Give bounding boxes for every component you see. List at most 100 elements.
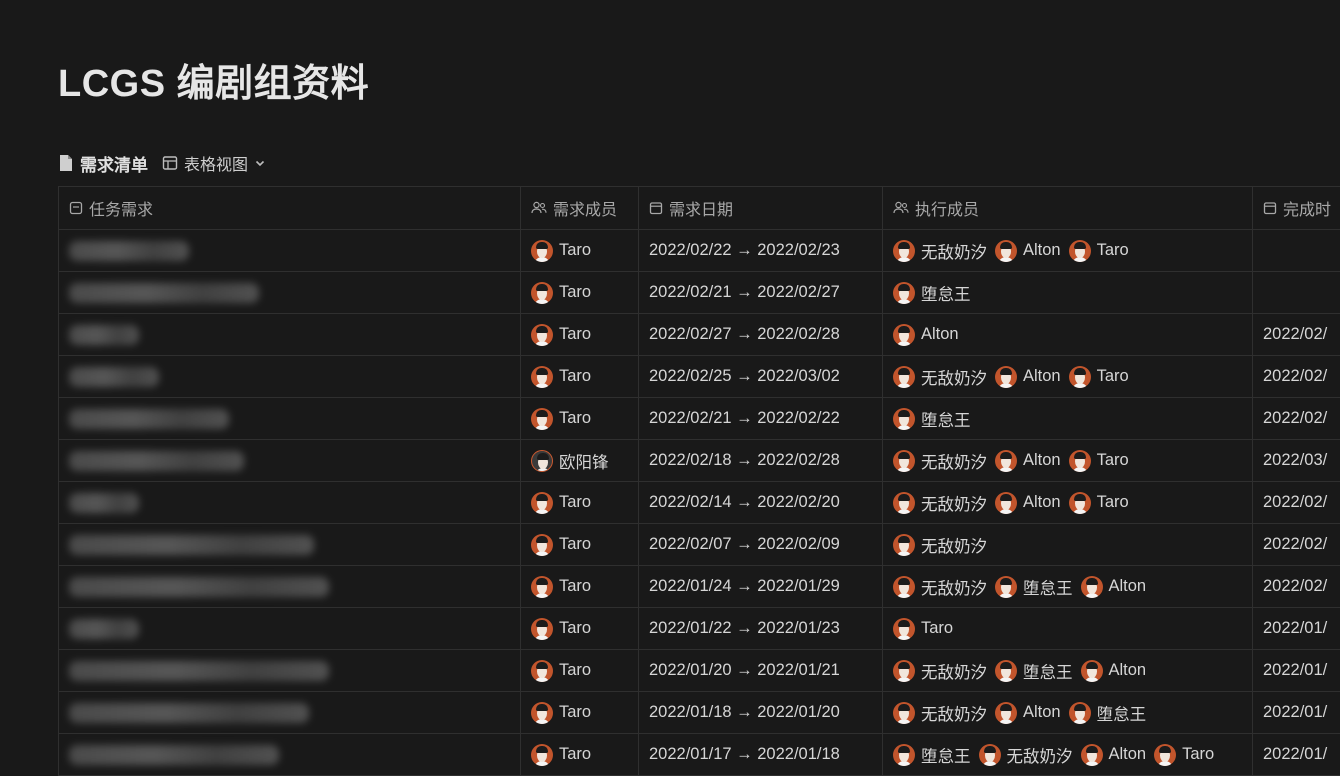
table-row[interactable]: Taro 2022/01/24 → 2022/01/29 无敌奶汐 堕怠王 Alton 2… [58,566,1340,608]
task-cell[interactable] [58,440,521,481]
task-cell[interactable] [58,566,521,607]
person-tag[interactable]: Taro [531,533,591,556]
person-tag[interactable]: Taro [531,743,591,766]
task-cell[interactable] [58,230,521,271]
done-date-cell[interactable]: 2022/02/ [1253,356,1340,397]
task-cell[interactable] [58,692,521,733]
requester-cell[interactable]: Taro [521,482,639,523]
view-switcher[interactable]: 表格视图 [162,151,266,175]
requester-cell[interactable]: Taro [521,356,639,397]
table-row[interactable]: Taro 2022/01/20 → 2022/01/21 无敌奶汐 堕怠王 Alton 2… [58,650,1340,692]
person-tag[interactable]: Taro [531,701,591,724]
person-tag[interactable]: 欧阳锋 [531,449,609,473]
executor-cell[interactable]: 无敌奶汐 堕怠王 Alton [883,650,1253,691]
date-cell[interactable]: 2022/01/20 → 2022/01/21 [639,650,883,691]
person-tag[interactable]: 无敌奶汐 [893,365,987,389]
executor-cell[interactable]: Taro [883,608,1253,649]
date-cell[interactable]: 2022/02/22 → 2022/02/23 [639,230,883,271]
requester-cell[interactable]: 欧阳锋 [521,440,639,481]
requester-cell[interactable]: Taro [521,524,639,565]
executor-cell[interactable]: 无敌奶汐 Alton Taro [883,356,1253,397]
executor-cell[interactable]: Alton [883,314,1253,355]
task-cell[interactable] [58,482,521,523]
table-row[interactable]: Taro 2022/02/22 → 2022/02/23 无敌奶汐 Alton Taro [58,230,1340,272]
requester-cell[interactable]: Taro [521,272,639,313]
person-tag[interactable]: Taro [531,575,591,598]
person-tag[interactable]: Alton [995,365,1061,388]
done-date-cell[interactable]: 2022/02/ [1253,398,1340,439]
executor-cell[interactable]: 无敌奶汐 Alton Taro [883,482,1253,523]
person-tag[interactable]: 无敌奶汐 [978,743,1073,767]
person-tag[interactable]: 堕怠王 [995,659,1073,683]
date-cell[interactable]: 2022/01/17 → 2022/01/18 [639,734,883,775]
done-date-cell[interactable]: 2022/02/ [1253,314,1340,355]
done-date-cell[interactable]: 2022/01/ [1253,650,1340,691]
table-row[interactable]: Taro 2022/02/25 → 2022/03/02 无敌奶汐 Alton Taro… [58,356,1340,398]
person-tag[interactable]: Taro [1154,743,1214,766]
person-tag[interactable]: Alton [995,701,1061,724]
table-row[interactable]: Taro 2022/01/22 → 2022/01/23 Taro 2022/01/ [58,608,1340,650]
date-cell[interactable]: 2022/02/18 → 2022/02/28 [639,440,883,481]
column-header-date[interactable]: 需求日期 [639,187,883,229]
person-tag[interactable]: Taro [1068,365,1129,388]
table-row[interactable]: Taro 2022/01/17 → 2022/01/18 堕怠王 无敌奶汐 Alton T… [58,734,1340,776]
requester-cell[interactable]: Taro [521,398,639,439]
person-tag[interactable]: 无敌奶汐 [893,575,987,599]
person-tag[interactable]: Taro [1068,491,1129,514]
table-row[interactable]: Taro 2022/02/07 → 2022/02/09 无敌奶汐 2022/02/ [58,524,1340,566]
requester-cell[interactable]: Taro [521,650,639,691]
done-date-cell[interactable] [1253,230,1340,271]
task-cell[interactable] [58,272,521,313]
task-cell[interactable] [58,524,521,565]
requester-cell[interactable]: Taro [521,566,639,607]
person-tag[interactable]: Taro [1068,449,1129,472]
task-cell[interactable] [58,398,521,439]
person-tag[interactable]: 堕怠王 [893,407,971,431]
person-tag[interactable]: Alton [995,239,1061,262]
person-tag[interactable]: 无敌奶汐 [893,701,987,725]
task-cell[interactable] [58,314,521,355]
column-header-task[interactable]: 任务需求 [58,187,521,229]
executor-cell[interactable]: 堕怠王 无敌奶汐 Alton Taro [883,734,1253,775]
executor-cell[interactable]: 无敌奶汐 Alton 堕怠王 [883,692,1253,733]
done-date-cell[interactable]: 2022/02/ [1253,524,1340,565]
date-cell[interactable]: 2022/01/22 → 2022/01/23 [639,608,883,649]
executor-cell[interactable]: 无敌奶汐 Alton Taro [883,230,1253,271]
table-row[interactable]: Taro 2022/01/18 → 2022/01/20 无敌奶汐 Alton 堕怠王 2… [58,692,1340,734]
requester-cell[interactable]: Taro [521,230,639,271]
done-date-cell[interactable] [1253,272,1340,313]
person-tag[interactable]: 堕怠王 [893,281,971,305]
requester-cell[interactable]: Taro [521,608,639,649]
table-row[interactable]: Taro 2022/02/21 → 2022/02/27 堕怠王 [58,272,1340,314]
chevron-down-icon[interactable] [254,157,266,169]
task-cell[interactable] [58,356,521,397]
executor-cell[interactable]: 堕怠王 [883,272,1253,313]
task-cell[interactable] [58,734,521,775]
person-tag[interactable]: Taro [531,659,591,682]
date-cell[interactable]: 2022/02/21 → 2022/02/27 [639,272,883,313]
table-row[interactable]: Taro 2022/02/27 → 2022/02/28 Alton 2022/02/ [58,314,1340,356]
person-tag[interactable]: 无敌奶汐 [893,239,987,263]
person-tag[interactable]: 无敌奶汐 [893,659,987,683]
task-cell[interactable] [58,650,521,691]
table-row[interactable]: Taro 2022/02/14 → 2022/02/20 无敌奶汐 Alton Taro… [58,482,1340,524]
column-header-done[interactable]: 完成时 [1253,187,1340,229]
done-date-cell[interactable]: 2022/01/ [1253,692,1340,733]
done-date-cell[interactable]: 2022/02/ [1253,482,1340,523]
done-date-cell[interactable]: 2022/01/ [1253,608,1340,649]
requester-cell[interactable]: Taro [521,314,639,355]
database-name[interactable]: 需求清单 [58,151,148,176]
date-cell[interactable]: 2022/02/07 → 2022/02/09 [639,524,883,565]
person-tag[interactable]: Alton [1080,659,1146,682]
executor-cell[interactable]: 堕怠王 [883,398,1253,439]
date-cell[interactable]: 2022/02/27 → 2022/02/28 [639,314,883,355]
table-row[interactable]: 欧阳锋 2022/02/18 → 2022/02/28 无敌奶汐 Alton Taro 2… [58,440,1340,482]
date-cell[interactable]: 2022/02/14 → 2022/02/20 [639,482,883,523]
person-tag[interactable]: Alton [893,323,959,346]
person-tag[interactable]: Alton [1080,743,1146,766]
person-tag[interactable]: 堕怠王 [995,575,1073,599]
person-tag[interactable]: Taro [893,617,953,640]
table-row[interactable]: Taro 2022/02/21 → 2022/02/22 堕怠王 2022/02/ [58,398,1340,440]
date-cell[interactable]: 2022/02/21 → 2022/02/22 [639,398,883,439]
person-tag[interactable]: Alton [995,491,1061,514]
